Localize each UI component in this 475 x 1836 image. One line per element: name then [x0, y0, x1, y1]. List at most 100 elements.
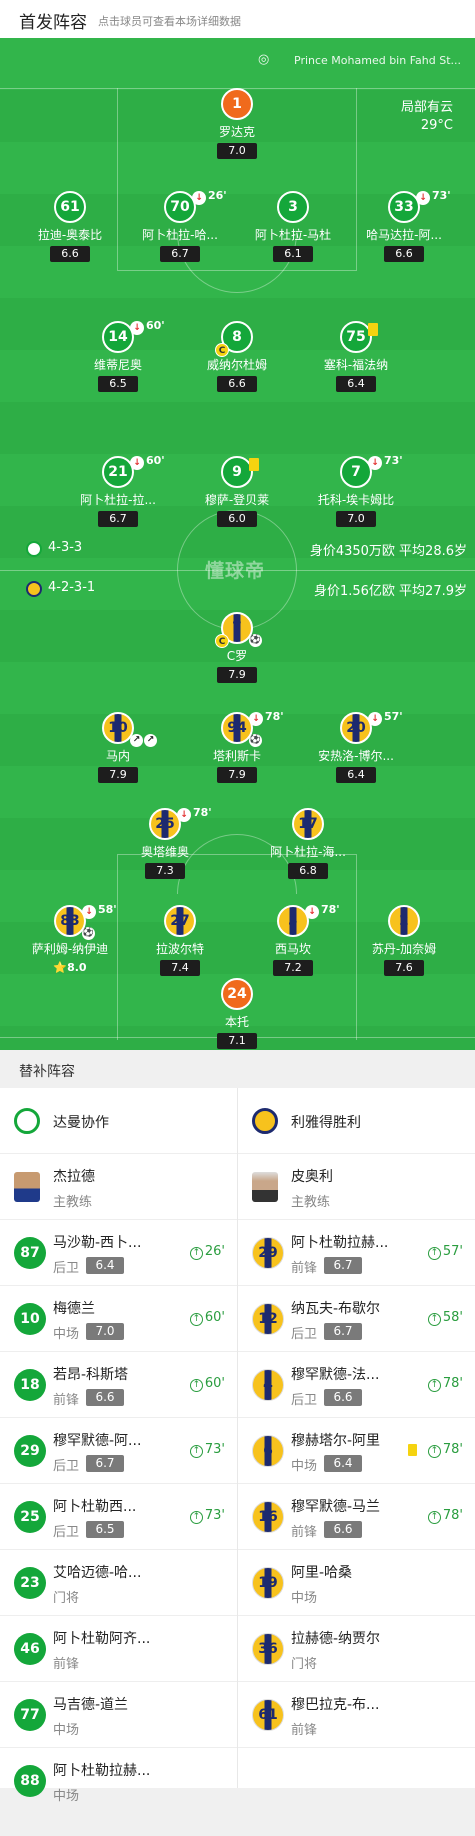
- home-sub-row[interactable]: 88 阿卜杜勒拉赫... 中场: [0, 1748, 237, 1814]
- sub-minute: 78': [442, 1376, 463, 1391]
- sub-position: 前锋: [291, 1525, 318, 1540]
- away-sub-row[interactable]: 61 穆巴拉克-布... 前锋: [238, 1682, 475, 1748]
- away-sub-row[interactable]: 29 阿卜杜勒拉赫... 前锋 6.7 ↑ 57': [238, 1220, 475, 1286]
- away-player[interactable]: 7 C ⚽ C罗 7.9: [182, 612, 292, 683]
- player-rating: 6.5: [98, 376, 138, 392]
- sub-minute: 78': [321, 903, 340, 916]
- sub-in-time: ↑ 60': [189, 1376, 225, 1392]
- away-sub-row[interactable]: 19 阿里-哈桑 中场: [238, 1550, 475, 1616]
- player-number-badge: 33 ↓ 73': [388, 189, 451, 223]
- player-rating: 6.4: [336, 767, 376, 783]
- home-squad-value: 身价4350万欧 平均28.6岁: [309, 544, 467, 559]
- player-number: 3: [288, 913, 298, 929]
- sub-rating: 6.4: [324, 1455, 362, 1472]
- away-player[interactable]: 83 ↓ 58' ⚽ 萨利姆-纳伊迪 ⭐8.0: [15, 903, 125, 976]
- sub-in-icon: ↑: [427, 1247, 441, 1260]
- away-player[interactable]: 17 阿卜杜拉-海... 6.8: [253, 808, 363, 879]
- yellow-card-icon: [408, 1444, 417, 1456]
- sub-in-icon: ↑: [189, 1379, 203, 1392]
- sub-name: 阿卜杜勒阿齐...: [53, 1631, 151, 1647]
- player-number-badge: 2: [388, 905, 420, 937]
- sub-in-icon: ↑: [427, 1511, 441, 1524]
- player-number: 21: [108, 464, 128, 480]
- away-player[interactable]: 2 苏丹-加奈姆 7.6: [349, 905, 459, 976]
- player-number: 94: [227, 720, 247, 736]
- sub-minute: 78': [265, 710, 284, 723]
- sub-number-badge: 88: [14, 1765, 46, 1797]
- home-sub-row[interactable]: 29 穆罕默德-阿... 后卫 6.7 ↑ 73': [0, 1418, 237, 1484]
- home-sub-row[interactable]: 18 若昂-科斯塔 前锋 6.6 ↑ 60': [0, 1352, 237, 1418]
- away-player[interactable]: 10 ↗ ↗ 马内 7.9: [63, 712, 173, 783]
- player-name: 奥塔维奥: [140, 845, 189, 859]
- sub-minute: 58': [98, 903, 117, 916]
- home-sub-row[interactable]: 87 马沙勒-西卜... 后卫 6.4 ↑ 26': [0, 1220, 237, 1286]
- sub-name: 阿卜杜勒西...: [53, 1499, 137, 1515]
- player-number-badge: 3: [277, 191, 309, 223]
- player-number: 9: [232, 464, 242, 480]
- player-number-badge: 24: [221, 978, 253, 1010]
- away-team-row[interactable]: 利雅得胜利: [238, 1088, 475, 1154]
- away-player[interactable]: 27 拉波尔特 7.4: [125, 905, 235, 976]
- home-coach-row[interactable]: 杰拉德 主教练: [0, 1154, 237, 1220]
- home-player[interactable]: 1 罗达克 7.0: [182, 88, 292, 159]
- home-player[interactable]: 7 ↓ 73' 托科-埃卡姆比 7.0: [301, 454, 411, 527]
- player-number: 33: [394, 199, 414, 215]
- home-sub-row[interactable]: 10 梅德兰 中场 7.0 ↑ 60': [0, 1286, 237, 1352]
- pitch: ◎ Prince Mohamed bin Fahd St... 局部有云 29°…: [0, 38, 475, 1050]
- away-player[interactable]: 94 ↓ 78' ⚽ 塔利斯卡 7.9: [182, 710, 292, 783]
- player-name: 拉波尔特: [155, 942, 204, 956]
- home-player[interactable]: 75 塞科-福法纳 6.4: [301, 321, 411, 392]
- home-team-row[interactable]: 达曼协作: [0, 1088, 237, 1154]
- sub-number-badge: 12: [252, 1303, 284, 1335]
- sub-number-badge: 4: [252, 1369, 284, 1401]
- player-number-badge: 25 ↓ 78': [149, 806, 212, 840]
- away-sub-row[interactable]: 12 纳瓦夫-布歇尔 后卫 6.7 ↑ 58': [238, 1286, 475, 1352]
- player-rating: 7.6: [384, 960, 424, 976]
- home-player[interactable]: 21 ↓ 60' 阿卜杜拉-拉... 6.7: [63, 454, 173, 527]
- sub-name: 穆赫塔尔-阿里: [291, 1433, 381, 1449]
- sub-out-icon: ↓: [416, 191, 430, 205]
- home-player[interactable]: 61 拉迪-奥泰比 6.6: [15, 191, 125, 262]
- sub-name: 穆罕默德-马兰: [291, 1499, 381, 1515]
- sub-minute: 60': [204, 1376, 225, 1391]
- home-sub-row[interactable]: 23 艾哈迈德-哈... 门将: [0, 1550, 237, 1616]
- away-sub-row[interactable]: 16 穆罕默德-马兰 前锋 6.6 ↑ 78': [238, 1484, 475, 1550]
- home-player[interactable]: 9 穆萨-登贝莱 6.0: [182, 456, 292, 527]
- player-name: 萨利姆-纳伊迪: [31, 942, 109, 956]
- home-sub-row[interactable]: 25 阿卜杜勒西... 后卫 6.5 ↑ 73': [0, 1484, 237, 1550]
- sub-name: 马吉德-道兰: [53, 1697, 129, 1713]
- sub-out-icon: ↓: [305, 905, 319, 919]
- away-player[interactable]: 25 ↓ 78' 奥塔维奥 7.3: [110, 806, 220, 879]
- sub-name: 艾哈迈德-哈...: [53, 1565, 142, 1581]
- home-player[interactable]: 8C 威纳尔杜姆 6.6: [182, 321, 292, 392]
- away-sub-row[interactable]: 4 穆罕默德-法... 后卫 6.6 ↑ 78': [238, 1352, 475, 1418]
- sub-position: 后卫: [53, 1459, 80, 1474]
- home-player[interactable]: 33 ↓ 73' 哈马达拉-阿... 6.6: [349, 189, 459, 262]
- away-player[interactable]: 3 ↓ 78' 西马坎 7.2: [238, 903, 348, 976]
- sub-position: 中场: [291, 1459, 318, 1474]
- away-coach-row[interactable]: 皮奥利 主教练: [238, 1154, 475, 1220]
- home-sub-row[interactable]: 77 马吉德-道兰 中场: [0, 1682, 237, 1748]
- bench-title: 替补阵容: [19, 1064, 75, 1080]
- sub-number-badge: 77: [14, 1699, 46, 1731]
- sub-in-icon: ↑: [427, 1379, 441, 1392]
- player-number: 25: [155, 816, 175, 832]
- away-sub-row[interactable]: 6 穆赫塔尔-阿里 中场 6.4 ↑ 78': [238, 1418, 475, 1484]
- sub-minute: 78': [442, 1508, 463, 1523]
- home-player[interactable]: 70 ↓ 26' 阿卜杜拉-哈... 6.7: [125, 189, 235, 262]
- sub-number-badge: 19: [252, 1567, 284, 1599]
- home-sub-row[interactable]: 46 阿卜杜勒阿齐... 前锋: [0, 1616, 237, 1682]
- venue-name: Prince Mohamed bin Fahd St...: [294, 54, 461, 67]
- away-player[interactable]: 20 ↓ 57' 安热洛-博尔... 6.4: [301, 710, 411, 783]
- sub-in-time: ↑ 58': [427, 1310, 463, 1326]
- sub-minute: 60': [146, 319, 165, 332]
- home-player[interactable]: 14 ↓ 60' 维蒂尼奥 6.5: [63, 319, 173, 392]
- away-player[interactable]: 24 本托 7.1: [182, 978, 292, 1049]
- player-rating: 7.0: [336, 511, 376, 527]
- away-sub-row[interactable]: 36 拉赫德-纳贾尔 门将: [238, 1616, 475, 1682]
- player-rating: 7.0: [217, 143, 257, 159]
- player-number-badge: 10 ↗ ↗: [102, 712, 157, 747]
- bench-list: 达曼协作 利雅得胜利 杰拉德 主教练 皮奥利 主教练 87 马沙勒-西卜... …: [0, 1088, 475, 1804]
- home-player[interactable]: 3 阿卜杜拉-马杜 6.1: [238, 191, 348, 262]
- sub-name: 梅德兰: [53, 1301, 95, 1317]
